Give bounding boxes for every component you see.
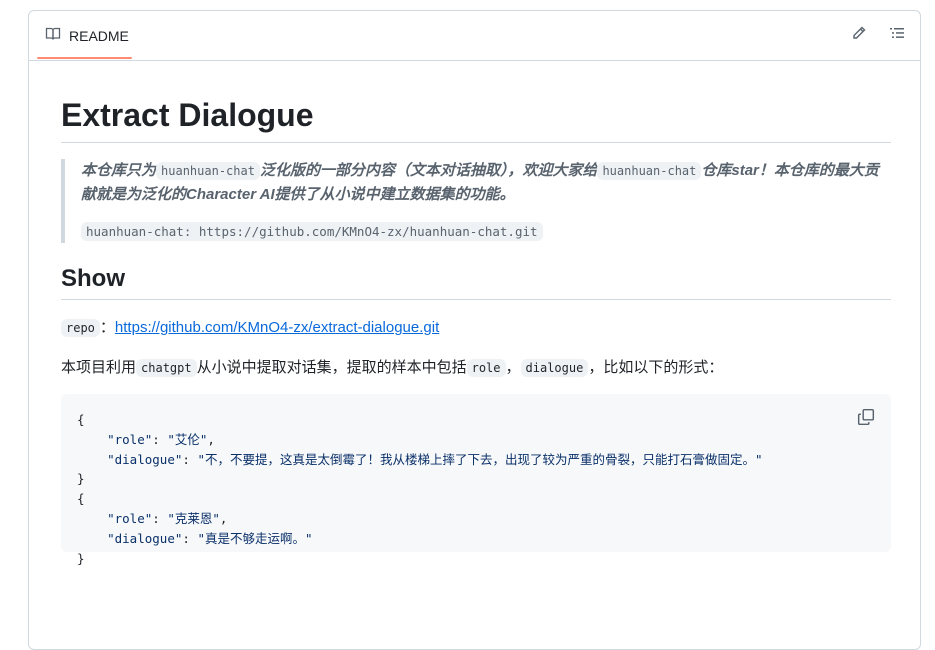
inline-code: dialogue	[520, 359, 589, 377]
page-title: Extract Dialogue	[61, 95, 891, 143]
inline-code: huanhuan-chat	[597, 162, 702, 180]
code-content: { "role": "艾伦", "dialogue": "不，不要提，这真是太倒…	[77, 412, 763, 566]
desc-part: 从小说中提取对话集，提取的样本中包括	[196, 359, 467, 376]
list-icon	[889, 25, 905, 46]
inline-code: huanhuan-chat	[156, 162, 260, 180]
outline-button[interactable]	[887, 25, 907, 45]
inline-code: role	[466, 359, 506, 377]
inline-code: repo	[61, 319, 100, 337]
quote-part: 泛化版的一部分内容（文本对话抽取），欢迎大家给	[259, 162, 598, 179]
copy-icon	[857, 408, 875, 430]
tab-readme[interactable]: README	[37, 11, 137, 60]
quote-text: 本仓库只为 huanhuan-chat 泛化版的一部分内容（文本对话抽取），欢迎大家…	[81, 159, 891, 207]
inline-code: huanhuan-chat: https://github.com/KMnO4-…	[81, 222, 543, 241]
code-value: "不，不要提，这真是太倒霉了！我从楼梯上摔了下去，出现了较为严重的骨裂，只能打石…	[197, 451, 763, 467]
code-key: "role"	[107, 510, 153, 526]
tab-readme-label: README	[69, 27, 129, 44]
desc-part: ，比如以下的形式：	[588, 359, 724, 376]
edit-file-button[interactable]	[849, 25, 869, 45]
code-key: "role"	[107, 431, 153, 447]
quote-part: 本仓库只为	[81, 162, 157, 179]
desc-part: ，	[505, 359, 521, 376]
code-block: { "role": "艾伦", "dialogue": "不，不要提，这真是太倒…	[61, 394, 891, 566]
code-key: "dialogue"	[107, 530, 183, 546]
pencil-icon	[851, 25, 867, 46]
section-heading-show: Show	[61, 263, 891, 300]
separator: ：	[99, 319, 115, 336]
desc-part: 本项目利用	[61, 359, 137, 376]
book-icon	[45, 26, 61, 45]
active-tab-indicator	[37, 57, 132, 59]
code-value: "艾伦"	[167, 431, 208, 447]
repo-line: repo ：https://github.com/KMnO4-zx/extract…	[61, 316, 891, 340]
readme-content: Extract Dialogue 本仓库只为 huanhuan-chat 泛化版的一…	[61, 95, 891, 566]
copy-button[interactable]	[857, 408, 877, 428]
readme-header: README	[29, 11, 920, 61]
code-value: "克莱恩"	[167, 510, 220, 526]
readme-panel: README Extract Dialogue 本仓库只为huanhuan-c	[28, 10, 921, 650]
repo-link[interactable]: https://github.com/KMnO4-zx/extract-dial…	[115, 319, 439, 336]
code-value: "真是不够走运啊。"	[197, 530, 313, 546]
blockquote: 本仓库只为 huanhuan-chat 泛化版的一部分内容（文本对话抽取），欢迎大家…	[61, 159, 891, 243]
description-line: 本项目利用 chatgpt 从小说中提取对话集，提取的样本中包括 role， dialo…	[61, 356, 891, 380]
quote-code-line: huanhuan-chat: https://github.com/KMnO4-…	[81, 221, 891, 243]
code-key: "dialogue"	[107, 451, 183, 467]
inline-code: chatgpt	[136, 359, 197, 377]
